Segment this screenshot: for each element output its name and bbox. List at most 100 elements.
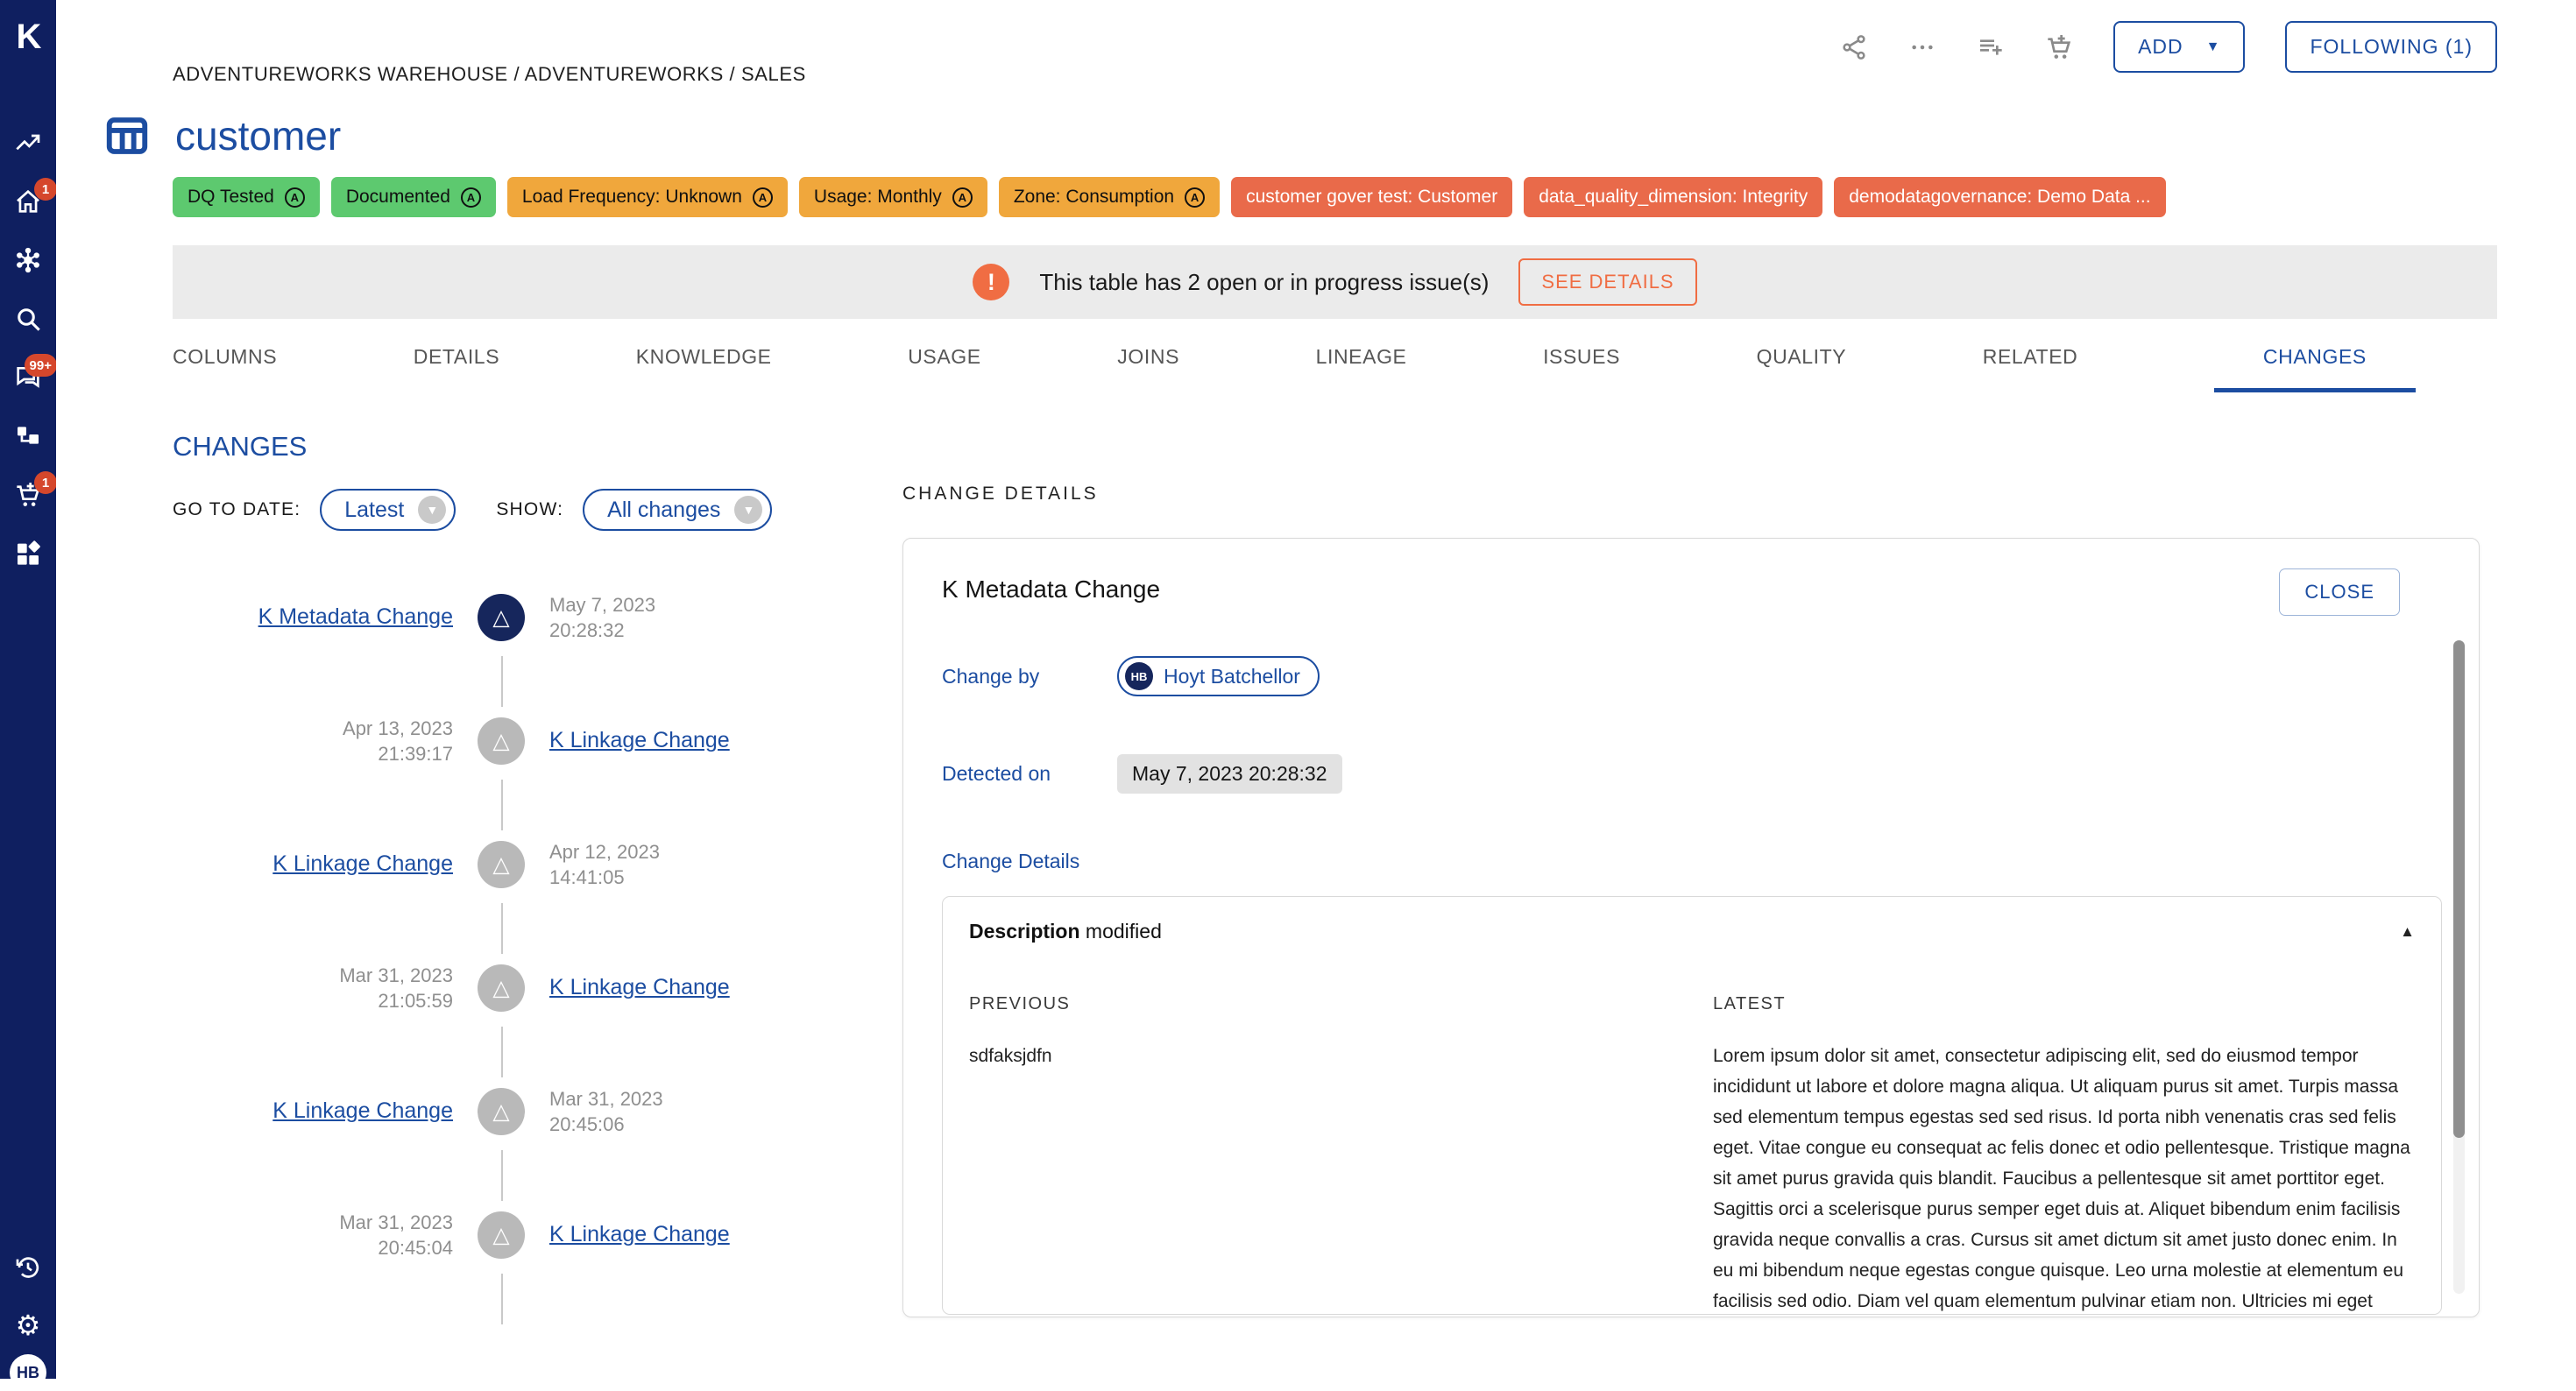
table-icon [103, 112, 151, 159]
change-details-section-label: CHANGE DETAILS [902, 484, 2480, 505]
tab-changes[interactable]: CHANGES [2214, 338, 2416, 392]
tab-joins[interactable]: JOINS [1117, 338, 1179, 388]
badge-load-frequency-unknown[interactable]: Load Frequency: Unknown A [507, 177, 788, 217]
tab-details[interactable]: DETAILS [414, 338, 499, 388]
change-type-icon: △ [478, 1088, 525, 1135]
notification-badge: 99+ [25, 354, 57, 377]
badge-documented[interactable]: Documented A [331, 177, 496, 217]
cart-icon[interactable]: 1 [13, 482, 43, 512]
badge-usage-monthly[interactable]: Usage: Monthly A [799, 177, 987, 217]
chevron-down-icon: ▼ [418, 496, 446, 524]
home-icon[interactable]: 1 [13, 188, 43, 218]
change-details-card: K Metadata Change CLOSE Change by HB Hoy… [902, 538, 2480, 1317]
panel-scrollbar[interactable] [2453, 640, 2465, 1294]
tab-lineage[interactable]: LINEAGE [1316, 338, 1407, 388]
search-icon[interactable] [13, 306, 43, 335]
change-timestamp: Mar 31, 202321:05:59 [173, 963, 453, 1013]
topbar-actions: ADD ▼ FOLLOWING (1) [1840, 21, 2497, 73]
more-options-icon[interactable] [1908, 33, 1936, 61]
timeline-item: K Metadata Change △ May 7, 202320:28:32 [173, 555, 856, 679]
badge-zone-consumption[interactable]: Zone: Consumption A [999, 177, 1220, 217]
change-timestamp: Apr 12, 202314:41:05 [549, 839, 839, 890]
history-icon[interactable] [13, 1254, 43, 1284]
sidebar-nav: 1 99+ 1 [13, 130, 43, 570]
certified-icon: A [285, 187, 305, 208]
diff-card: Description modified ▲ PREVIOUS sdfaksjd… [942, 896, 2442, 1315]
change-type-icon: △ [478, 1211, 525, 1259]
timeline-item: Mar 31, 202320:45:04△K Linkage Change [173, 1173, 856, 1296]
see-details-button[interactable]: SEE DETAILS [1518, 258, 1696, 306]
notification-badge: 1 [34, 178, 57, 201]
user-pill[interactable]: HB Hoyt Batchellor [1117, 656, 1320, 696]
collapse-icon[interactable]: ▲ [2400, 923, 2415, 941]
hub-icon[interactable] [13, 247, 43, 277]
chevron-down-icon: ▼ [2206, 39, 2221, 55]
sitemap-icon[interactable] [13, 423, 43, 453]
add-to-cart-icon[interactable] [2045, 33, 2073, 61]
tab-columns[interactable]: COLUMNS [173, 338, 277, 388]
app-logo[interactable]: K [17, 19, 40, 54]
widgets-icon[interactable] [13, 540, 43, 570]
title-row: customer [103, 112, 2576, 159]
change-type-icon: △ [478, 964, 525, 1012]
certified-icon: A [1185, 187, 1205, 208]
badge-data-quality-dimension-integrity[interactable]: data_quality_dimension: Integrity [1524, 177, 1822, 217]
tab-bar: COLUMNS DETAILS KNOWLEDGE USAGE JOINS LINEAGE… [173, 338, 2416, 394]
sidebar: K 1 99+ 1 [0, 0, 56, 1379]
previous-value: sdfaksjdfn [969, 1041, 1671, 1071]
latest-label: LATEST [1713, 994, 2415, 1014]
change-type-icon: △ [478, 594, 525, 641]
change-link[interactable]: K Linkage Change [549, 728, 730, 752]
tab-knowledge[interactable]: KNOWLEDGE [636, 338, 772, 388]
change-link[interactable]: K Linkage Change [272, 1098, 453, 1123]
diff-title: Description modified [969, 920, 1162, 943]
show-select[interactable]: All changes ▼ [583, 489, 772, 531]
user-avatar-small: HB [1125, 662, 1153, 690]
warning-icon: ! [973, 264, 1009, 300]
timeline-item: Apr 13, 202321:39:17 △ K Linkage Change [173, 679, 856, 802]
issues-alert-bar: ! This table has 2 open or in progress i… [173, 245, 2497, 319]
chat-icon[interactable]: 99+ [13, 364, 43, 394]
go-to-date-select[interactable]: Latest ▼ [320, 489, 456, 531]
badge-dq-tested[interactable]: DQ Tested A [173, 177, 320, 217]
share-icon[interactable] [1840, 33, 1868, 61]
change-type-icon: △ [478, 717, 525, 765]
detected-on-value: May 7, 2023 20:28:32 [1117, 754, 1342, 794]
trending-up-icon[interactable] [13, 130, 43, 159]
change-by-label: Change by [942, 665, 1117, 688]
notification-badge: 1 [34, 471, 57, 494]
scrollbar-thumb[interactable] [2453, 640, 2465, 1138]
following-button[interactable]: FOLLOWING (1) [2285, 21, 2497, 73]
badge-customer-gover-test-customer[interactable]: customer gover test: Customer [1231, 177, 1512, 217]
change-link[interactable]: K Metadata Change [258, 604, 453, 629]
add-button[interactable]: ADD ▼ [2113, 21, 2245, 73]
settings-icon[interactable]: ⚙ [13, 1310, 43, 1340]
user-avatar[interactable]: HB [10, 1354, 46, 1391]
tab-issues[interactable]: ISSUES [1543, 338, 1620, 388]
previous-label: PREVIOUS [969, 994, 1671, 1014]
certified-icon: A [461, 187, 481, 208]
certified-icon: A [753, 187, 773, 208]
change-link[interactable]: K Linkage Change [272, 851, 453, 876]
change-link[interactable]: K Linkage Change [549, 1222, 730, 1246]
show-label: SHOW: [496, 499, 563, 520]
tab-quality[interactable]: QUALITY [1757, 338, 1847, 388]
close-button[interactable]: CLOSE [2279, 568, 2400, 616]
alert-text: This table has 2 open or in progress iss… [1039, 269, 1489, 296]
change-timestamp: Apr 13, 202321:39:17 [173, 716, 453, 766]
tab-related[interactable]: RELATED [1983, 338, 2078, 388]
timeline-item: Mar 31, 202321:05:59 △ K Linkage Change [173, 926, 856, 1049]
detected-on-label: Detected on [942, 762, 1117, 786]
timeline-item: K Linkage Change △ Apr 12, 202314:41:05 [173, 802, 856, 926]
change-timestamp: May 7, 202320:28:32 [549, 592, 839, 643]
sidebar-bottom-nav: ⚙ [13, 1254, 43, 1340]
user-name: Hoyt Batchellor [1164, 665, 1300, 688]
change-link[interactable]: K Linkage Change [549, 975, 730, 999]
playlist-add-icon[interactable] [1977, 33, 2005, 61]
latest-value: Lorem ipsum dolor sit amet, consectetur … [1713, 1041, 2415, 1315]
tab-usage[interactable]: USAGE [908, 338, 981, 388]
certified-icon: A [952, 187, 973, 208]
badge-demodatagovernance-demo-data[interactable]: demodatagovernance: Demo Data ... [1834, 177, 2165, 217]
change-type-icon: △ [478, 841, 525, 888]
changes-heading: CHANGES [173, 431, 2576, 462]
